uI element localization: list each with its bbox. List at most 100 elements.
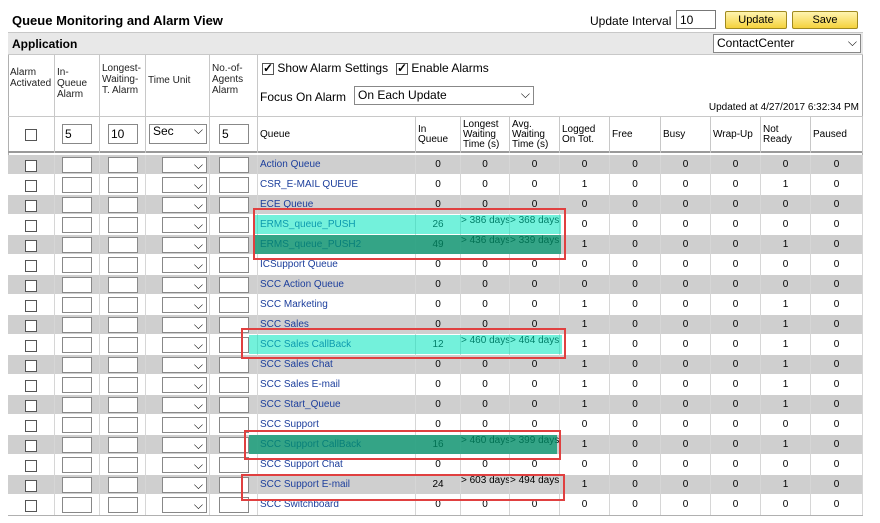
longest-default-input[interactable] [108,124,138,144]
in-queue-alarm-input[interactable] [62,157,92,173]
in-queue-alarm-input[interactable] [62,337,92,353]
col-in-queue[interactable]: In Queue [416,117,461,153]
time-unit-select[interactable]: ⌵ [162,217,207,233]
agents-alarm-input[interactable] [219,237,249,253]
agents-alarm-input[interactable] [219,277,249,293]
alarm-activated-checkbox[interactable] [25,379,37,392]
col-free[interactable]: Free [610,117,661,153]
alarm-activated-checkbox[interactable] [25,499,37,512]
time-unit-select[interactable]: ⌵ [162,357,207,373]
alarm-activated-checkbox[interactable] [25,279,37,292]
focus-on-alarm-select[interactable]: On Each Update ⌵ [354,86,534,105]
application-select[interactable]: ContactCenter ⌵ [713,34,861,53]
longest-alarm-input[interactable] [108,217,138,233]
select-all-checkbox[interactable] [25,129,37,141]
alarm-activated-checkbox[interactable] [25,399,37,412]
longest-alarm-input[interactable] [108,277,138,293]
alarm-activated-checkbox[interactable] [25,239,37,252]
cell-queue[interactable]: SCC Start_Queue [258,395,416,415]
agents-alarm-input[interactable] [219,157,249,173]
longest-alarm-input[interactable] [108,357,138,373]
in-queue-default-input[interactable] [62,124,92,144]
longest-alarm-input[interactable] [108,297,138,313]
alarm-activated-checkbox[interactable] [25,319,37,332]
longest-alarm-input[interactable] [108,337,138,353]
in-queue-alarm-input[interactable] [62,177,92,193]
update-interval-input[interactable] [676,10,716,29]
in-queue-alarm-input[interactable] [62,257,92,273]
alarm-activated-checkbox[interactable] [25,199,37,212]
in-queue-alarm-input[interactable] [62,377,92,393]
cell-queue[interactable]: Action Queue [258,155,416,175]
time-unit-select[interactable]: ⌵ [162,257,207,273]
show-alarm-settings-checkbox[interactable] [262,61,274,75]
time-unit-select[interactable]: ⌵ [162,177,207,193]
time-unit-select[interactable]: ⌵ [162,337,207,353]
enable-alarms-row[interactable]: Enable Alarms [396,61,489,75]
update-button[interactable]: Update [725,11,787,29]
time-unit-select[interactable]: ⌵ [162,157,207,173]
agents-alarm-input[interactable] [219,357,249,373]
col-avg-waiting[interactable]: Avg. Waiting Time (s) [510,117,560,153]
longest-alarm-input[interactable] [108,497,138,513]
time-unit-select[interactable]: ⌵ [162,437,207,453]
alarm-activated-checkbox[interactable] [25,179,37,192]
cell-queue[interactable]: SCC Sales E-mail [258,375,416,395]
alarm-activated-checkbox[interactable] [25,479,37,492]
longest-alarm-input[interactable] [108,457,138,473]
agents-alarm-input[interactable] [219,297,249,313]
time-unit-select[interactable]: ⌵ [162,457,207,473]
in-queue-alarm-input[interactable] [62,297,92,313]
col-longest-waiting[interactable]: Longest Waiting Time (s) [461,117,510,153]
col-wrap-up[interactable]: Wrap-Up [711,117,761,153]
in-queue-alarm-input[interactable] [62,497,92,513]
cell-queue[interactable]: SCC Marketing [258,295,416,315]
time-unit-select[interactable]: ⌵ [162,377,207,393]
alarm-activated-checkbox[interactable] [25,459,37,472]
enable-alarms-checkbox[interactable] [396,61,408,75]
alarm-activated-checkbox[interactable] [25,219,37,232]
in-queue-alarm-input[interactable] [62,417,92,433]
alarm-activated-checkbox[interactable] [25,299,37,312]
cell-queue[interactable]: CSR_E-MAIL QUEUE [258,175,416,195]
col-not-ready[interactable]: Not Ready [761,117,811,153]
col-busy[interactable]: Busy [661,117,711,153]
time-unit-select[interactable]: ⌵ [162,477,207,493]
col-logged-on[interactable]: Logged On Tot. [560,117,610,153]
time-unit-select[interactable]: ⌵ [162,297,207,313]
time-unit-select[interactable]: ⌵ [162,317,207,333]
alarm-activated-checkbox[interactable] [25,439,37,452]
unit-default-select[interactable]: Sec ⌵ [149,124,207,144]
agents-alarm-input[interactable] [219,397,249,413]
longest-alarm-input[interactable] [108,257,138,273]
in-queue-alarm-input[interactable] [62,357,92,373]
alarm-activated-checkbox[interactable] [25,159,37,172]
longest-alarm-input[interactable] [108,237,138,253]
in-queue-alarm-input[interactable] [62,457,92,473]
cell-queue[interactable]: SCC Action Queue [258,275,416,295]
longest-alarm-input[interactable] [108,197,138,213]
save-button[interactable]: Save [792,11,858,29]
in-queue-alarm-input[interactable] [62,277,92,293]
in-queue-alarm-input[interactable] [62,217,92,233]
longest-alarm-input[interactable] [108,377,138,393]
time-unit-select[interactable]: ⌵ [162,277,207,293]
in-queue-alarm-input[interactable] [62,317,92,333]
in-queue-alarm-input[interactable] [62,437,92,453]
longest-alarm-input[interactable] [108,477,138,493]
time-unit-select[interactable]: ⌵ [162,197,207,213]
time-unit-select[interactable]: ⌵ [162,397,207,413]
show-alarm-settings-row[interactable]: Show Alarm Settings [262,61,388,75]
agents-alarm-input[interactable] [219,197,249,213]
longest-alarm-input[interactable] [108,157,138,173]
agents-alarm-input[interactable] [219,177,249,193]
longest-alarm-input[interactable] [108,317,138,333]
longest-alarm-input[interactable] [108,397,138,413]
agents-alarm-input[interactable] [219,257,249,273]
time-unit-select[interactable]: ⌵ [162,417,207,433]
longest-alarm-input[interactable] [108,437,138,453]
in-queue-alarm-input[interactable] [62,477,92,493]
agents-default-input[interactable] [219,124,249,144]
col-queue[interactable]: Queue [258,117,416,153]
longest-alarm-input[interactable] [108,177,138,193]
